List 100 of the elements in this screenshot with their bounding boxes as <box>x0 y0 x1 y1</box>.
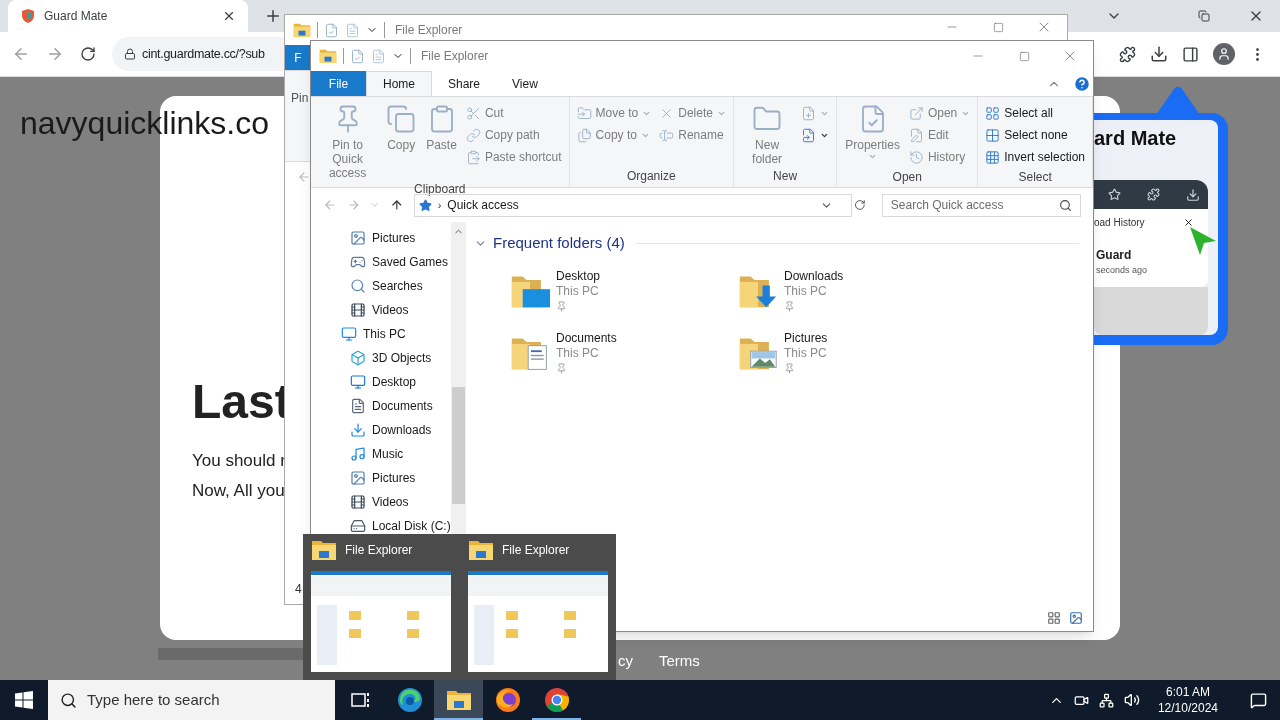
link-icon <box>465 127 481 143</box>
tiles-view-icon[interactable] <box>1069 611 1083 625</box>
help-icon[interactable] <box>1073 75 1091 93</box>
folder-tile[interactable]: Downloads This PC <box>738 268 966 313</box>
shield-icon <box>20 8 36 24</box>
ribbon-tab[interactable]: View <box>496 71 554 96</box>
thumbnail-title: File Explorer <box>502 542 570 559</box>
footer-link[interactable]: cy <box>618 650 633 673</box>
nav-item[interactable]: Music <box>311 442 451 466</box>
section-header[interactable]: Frequent folders (4) <box>493 232 625 255</box>
taskbar-search-field[interactable]: Type here to search <box>48 680 335 720</box>
folder-tile[interactable]: Desktop This PC <box>510 268 738 313</box>
picture-icon <box>350 230 366 246</box>
pin-icon <box>784 362 795 374</box>
folder-icon <box>311 539 337 561</box>
group-label: Organize <box>625 168 677 185</box>
new-tab-icon[interactable] <box>264 7 282 25</box>
folder-location: This PC <box>784 345 828 361</box>
cube-icon <box>350 350 366 366</box>
folder-icon <box>319 48 337 64</box>
ribbon-tab[interactable]: Share <box>432 71 497 96</box>
nav-item[interactable]: Documents <box>311 394 451 418</box>
group-label: Open <box>891 169 923 186</box>
clock[interactable]: 6:01 AM 12/10/2024 <box>1149 684 1226 716</box>
promo-title: ard Mate <box>1094 126 1178 151</box>
nav-item[interactable]: 3D Objects <box>311 346 451 370</box>
desktop-icon <box>350 374 366 390</box>
search-icon <box>350 278 366 294</box>
search-field[interactable]: Search Quick access <box>881 193 1081 217</box>
details-view-icon[interactable] <box>1047 611 1061 625</box>
caret-icon <box>868 152 878 161</box>
reload-icon[interactable] <box>80 46 96 62</box>
grid-icon <box>985 149 1001 165</box>
folder-name: Documents <box>556 330 617 346</box>
nav-item[interactable]: Desktop <box>311 370 451 394</box>
extensions-icon[interactable] <box>1119 45 1136 63</box>
nav-item[interactable]: Videos <box>311 490 451 514</box>
restore-icon[interactable] <box>1198 10 1210 22</box>
clipboard-icon <box>465 149 481 165</box>
url-text: cint.guardmate.cc/?sub <box>142 45 265 63</box>
ribbon-button[interactable]: Select all <box>982 102 1088 124</box>
group-label: New <box>772 168 799 185</box>
popup-title: oad History <box>1094 216 1145 230</box>
ribbon-tab[interactable]: F <box>285 45 311 70</box>
network-icon[interactable] <box>1098 692 1114 708</box>
body-text: Now, All you <box>192 479 285 502</box>
window-thumbnail[interactable]: File Explorer <box>468 534 608 680</box>
back-icon[interactable] <box>297 170 311 184</box>
nav-item[interactable]: Videos <box>311 298 451 322</box>
ribbon-tab[interactable]: Home <box>366 71 432 96</box>
star-icon <box>418 198 432 212</box>
folder-icon <box>293 22 311 38</box>
close-icon <box>1183 217 1194 228</box>
nav-item[interactable]: Searches <box>311 274 451 298</box>
maximize-icon <box>1018 50 1030 62</box>
new-file-icon <box>801 105 817 121</box>
footer-link[interactable]: Terms <box>659 650 700 673</box>
folder-icon <box>468 539 494 561</box>
ribbon-label: Pin <box>291 91 309 105</box>
side-panel-icon[interactable] <box>1182 45 1199 63</box>
browser-icon <box>543 687 570 713</box>
nav-item[interactable]: Pictures <box>311 466 451 490</box>
film-icon <box>350 494 366 510</box>
folder-name: Downloads <box>784 268 844 284</box>
edit-icon <box>908 127 924 143</box>
profile-avatar[interactable] <box>1213 43 1235 65</box>
puzzle-icon <box>1147 188 1160 201</box>
nav-item[interactable]: This PC <box>311 322 451 346</box>
forward-icon[interactable] <box>46 45 64 63</box>
grid-icon <box>985 105 1001 121</box>
nav-item[interactable]: Downloads <box>311 418 451 442</box>
notification-icon <box>1249 691 1267 709</box>
close-icon[interactable] <box>222 9 236 23</box>
download-icon[interactable] <box>1150 45 1168 63</box>
browser-tab[interactable]: Guard Mate <box>8 0 248 32</box>
address-bar[interactable]: cint.guardmate.cc/?sub <box>112 37 284 71</box>
path-separator: › <box>437 197 442 213</box>
nav-item[interactable]: Pictures <box>311 226 451 250</box>
open-icon <box>908 105 924 121</box>
ribbon-button[interactable]: Invert selection <box>982 146 1088 168</box>
folder-tile[interactable]: Pictures This PC <box>738 330 966 375</box>
back-icon[interactable] <box>12 45 30 63</box>
task-view-icon <box>350 691 371 709</box>
ribbon-button[interactable]: Select none <box>982 124 1088 146</box>
folder-tile[interactable]: Documents This PC <box>510 330 738 375</box>
picture-icon <box>350 470 366 486</box>
refresh-icon[interactable] <box>854 199 866 211</box>
ribbon-tab[interactable]: File <box>311 71 366 96</box>
history-icon <box>908 149 924 165</box>
maximize-icon <box>992 21 1004 33</box>
windows-logo-icon <box>15 691 33 709</box>
scroll-thumb[interactable] <box>452 387 465 504</box>
tab-title: Guard Mate <box>44 8 109 25</box>
volume-icon[interactable] <box>1123 692 1140 708</box>
up-icon[interactable] <box>390 198 404 212</box>
nav-item[interactable]: Saved Games <box>311 250 451 274</box>
person-icon <box>1217 47 1231 61</box>
taskbar-app-button[interactable] <box>434 680 483 720</box>
download-icon <box>350 422 366 438</box>
address-field[interactable]: › Quick access <box>413 193 853 217</box>
